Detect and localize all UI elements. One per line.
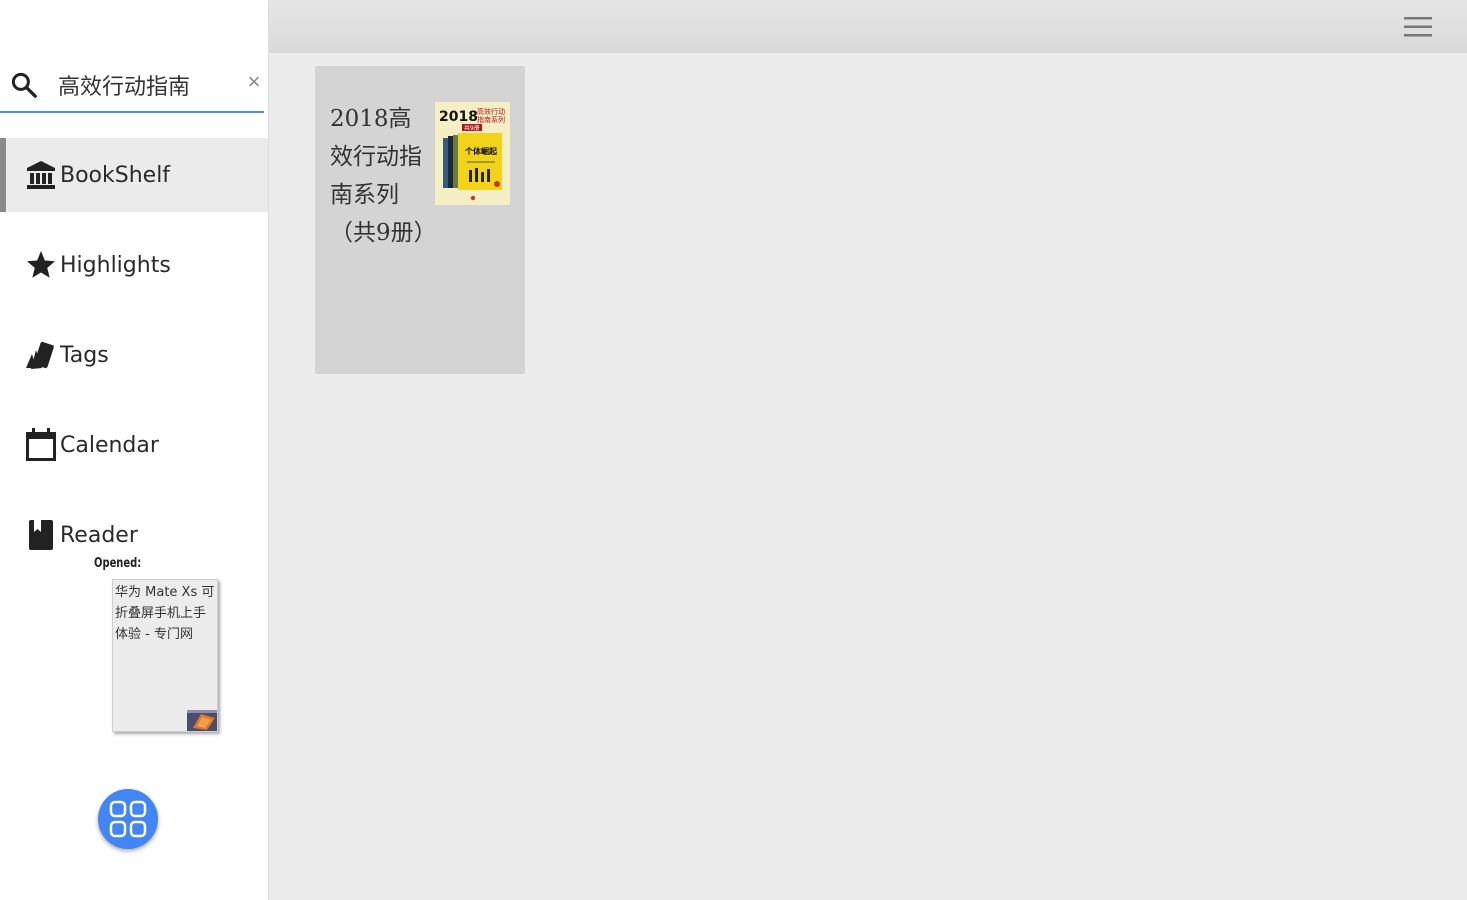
tags-icon bbox=[24, 338, 58, 372]
book-title: 2018高效行动指南系列（共9册） bbox=[330, 106, 437, 246]
opened-book-thumbnail bbox=[187, 710, 217, 731]
cover-subtitle-text: 个体崛起 bbox=[464, 146, 498, 156]
cover-badge-text: 共9册 bbox=[464, 124, 480, 132]
nav-label-bookshelf: BookShelf bbox=[60, 162, 171, 188]
nav-item-calendar[interactable]: Calendar bbox=[0, 408, 268, 482]
top-bar bbox=[269, 0, 1467, 53]
apps-grid-button[interactable] bbox=[98, 789, 158, 849]
search-bar: × bbox=[0, 60, 264, 113]
sidebar: × BookShelf Highlights bbox=[0, 0, 269, 900]
cover-series-text-1: 高效行动 bbox=[477, 107, 505, 116]
nav-label-calendar: Calendar bbox=[60, 432, 159, 458]
bookmark-icon bbox=[24, 518, 58, 552]
grid-icon bbox=[109, 800, 147, 838]
nav-label-tags: Tags bbox=[60, 342, 109, 368]
nav-label-reader: Reader bbox=[60, 522, 138, 548]
nav-item-bookshelf[interactable]: BookShelf bbox=[0, 138, 268, 212]
opened-book-title: 华为 Mate Xs 可折叠屏手机上手体验 - 专门网 bbox=[115, 585, 215, 642]
opened-book-card[interactable]: 华为 Mate Xs 可折叠屏手机上手体验 - 专门网 bbox=[112, 579, 218, 732]
calendar-icon bbox=[24, 428, 58, 462]
nav-item-tags[interactable]: Tags bbox=[0, 318, 268, 392]
menu-icon[interactable] bbox=[1403, 14, 1433, 40]
book-cover: 2018 高效行动 指南系列 共9册 个体崛起 bbox=[435, 102, 510, 205]
cover-year-text: 2018 bbox=[439, 109, 478, 125]
bookshelf-icon bbox=[24, 158, 58, 192]
search-input[interactable] bbox=[58, 68, 238, 102]
nav-item-highlights[interactable]: Highlights bbox=[0, 228, 268, 302]
cover-series-text-2: 指南系列 bbox=[477, 115, 505, 124]
search-icon[interactable] bbox=[9, 70, 39, 100]
nav-label-highlights: Highlights bbox=[60, 252, 171, 278]
clear-search-icon[interactable]: × bbox=[244, 70, 264, 94]
book-card[interactable]: 2018高效行动指南系列（共9册） 2018 高效行动 指南系列 共9册 个体崛… bbox=[315, 66, 525, 374]
opened-label: Opened: bbox=[94, 556, 142, 571]
star-icon bbox=[24, 248, 58, 282]
